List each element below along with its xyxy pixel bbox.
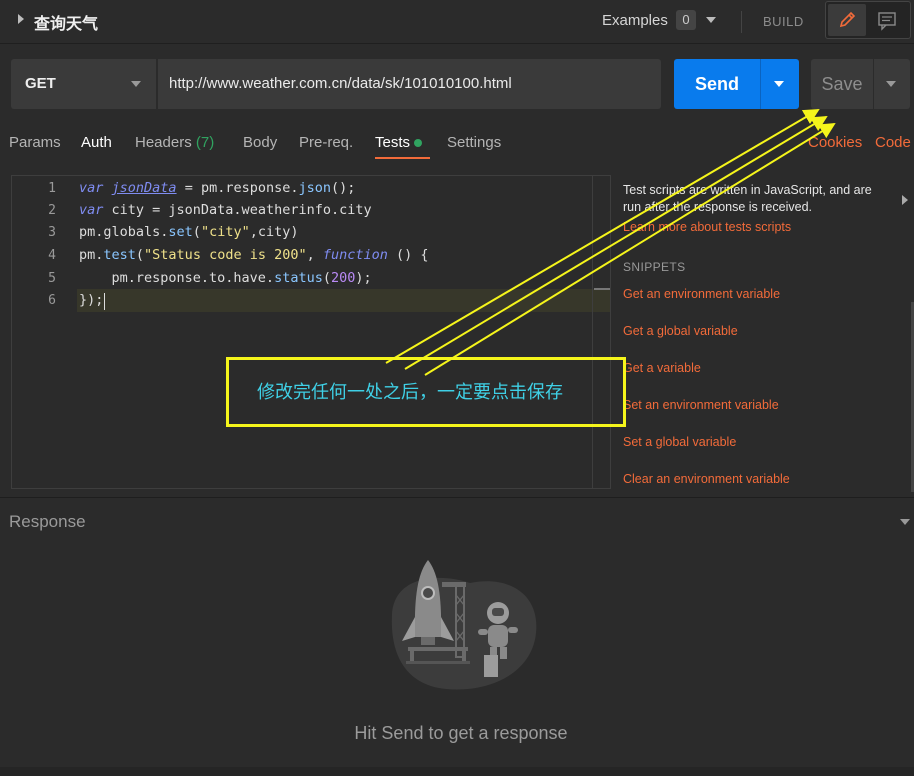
chevron-down-icon[interactable] (886, 81, 896, 87)
code-line[interactable]: var city = jsonData.weatherinfo.city (79, 202, 372, 218)
rocket-astronaut-illustration (380, 555, 540, 695)
chevron-down-icon (131, 81, 141, 87)
snippet-item[interactable]: Get a variable (623, 361, 701, 375)
rocket-icon (391, 560, 537, 690)
examples-dropdown-label[interactable]: Examples (602, 12, 668, 29)
snippet-item[interactable]: Clear an environment variable (623, 472, 790, 486)
line-number: 3 (48, 225, 56, 240)
status-bar (0, 767, 914, 776)
tab-body[interactable]: Body (243, 134, 277, 151)
snippets-heading: SNIPPETS (623, 260, 686, 274)
tests-code-editor[interactable]: 1 2 3 4 5 6 var jsonData = pm.response.j… (11, 175, 611, 489)
snippet-item[interactable]: Get a global variable (623, 324, 738, 338)
pane-divider[interactable] (0, 497, 914, 498)
pencil-icon (839, 11, 856, 28)
tests-description: Test scripts are written in JavaScript, … (623, 183, 872, 214)
snippet-item[interactable]: Get an environment variable (623, 287, 780, 301)
tab-auth[interactable]: Auth (81, 134, 112, 151)
url-value: http://www.weather.com.cn/data/sk/101010… (169, 75, 512, 92)
line-number: 4 (48, 248, 56, 263)
chevron-down-icon[interactable] (774, 81, 784, 87)
code-line[interactable]: pm.test("Status code is 200", function (… (79, 247, 429, 263)
edit-button[interactable] (828, 4, 866, 36)
code-line[interactable]: }); (79, 292, 103, 308)
collapse-caret-icon[interactable] (18, 14, 24, 24)
headers-count: (7) (195, 134, 215, 151)
line-number: 1 (48, 181, 56, 196)
editor-scrollbar-thumb[interactable] (594, 288, 610, 290)
expand-panel-icon[interactable] (902, 195, 908, 205)
status-dot-icon (414, 139, 423, 148)
code-line[interactable]: pm.response.to.have.status(200); (79, 270, 372, 286)
snippets-panel: Test scripts are written in JavaScript, … (615, 172, 914, 497)
comment-icon (878, 12, 896, 31)
line-number: 6 (48, 293, 56, 308)
tab-headers-label: Headers (135, 134, 192, 151)
code-line[interactable]: pm.globals.set("city",city) (79, 224, 299, 240)
annotation-callout: 修改完任何一处之后，一定要点击保存 (226, 357, 626, 427)
send-label: Send (694, 74, 739, 94)
line-number: 5 (48, 271, 56, 286)
code-line[interactable]: var jsonData = pm.response.json(); (79, 180, 355, 196)
tab-params[interactable]: Params (9, 134, 61, 151)
save-label: Save (821, 74, 863, 94)
tab-headers[interactable]: Headers (7) (135, 134, 214, 151)
chevron-down-icon[interactable] (706, 17, 716, 23)
editor-scrollbar-track[interactable] (592, 176, 593, 488)
method-select[interactable]: GET (11, 59, 156, 109)
annotation-text: 修改完任何一处之后，一定要点击保存 (257, 382, 563, 403)
snippet-item[interactable]: Set an environment variable (623, 398, 779, 412)
tab-tests[interactable]: Tests (375, 134, 423, 151)
line-number-gutter: 1 2 3 4 5 6 (12, 176, 70, 488)
divider (760, 59, 761, 109)
line-number: 2 (48, 203, 56, 218)
url-input[interactable]: http://www.weather.com.cn/data/sk/101010… (157, 59, 661, 109)
save-button[interactable]: Save (811, 59, 910, 109)
empty-response-hint: Hit Send to get a response (354, 723, 568, 743)
divider (873, 59, 874, 109)
request-tabs: Params Auth Headers (7) Body Pre-req. Te… (0, 128, 914, 159)
examples-count-badge: 0 (676, 10, 696, 30)
comments-button[interactable] (868, 4, 906, 36)
request-title[interactable]: 查询天气 (34, 10, 98, 34)
active-tab-indicator (375, 157, 430, 159)
learn-more-link[interactable]: Learn more about tests scripts (623, 220, 791, 234)
top-bar: 查询天气 Examples 0 BUILD (0, 0, 914, 44)
send-button[interactable]: Send (674, 59, 799, 109)
divider (741, 11, 742, 33)
cookies-link[interactable]: Cookies (808, 134, 862, 151)
chevron-down-icon[interactable] (900, 519, 910, 525)
response-heading: Response (9, 512, 86, 531)
tab-tests-label: Tests (375, 134, 411, 151)
build-mode-label[interactable]: BUILD (763, 14, 804, 29)
code-link[interactable]: Code (875, 134, 911, 151)
text-cursor (104, 293, 105, 310)
current-line-highlight (77, 289, 610, 312)
method-value: GET (25, 75, 56, 92)
tab-settings[interactable]: Settings (447, 134, 501, 151)
snippet-item[interactable]: Set a global variable (623, 435, 736, 449)
request-bar: GET http://www.weather.com.cn/data/sk/10… (0, 46, 914, 124)
tab-prereq[interactable]: Pre-req. (299, 134, 353, 151)
